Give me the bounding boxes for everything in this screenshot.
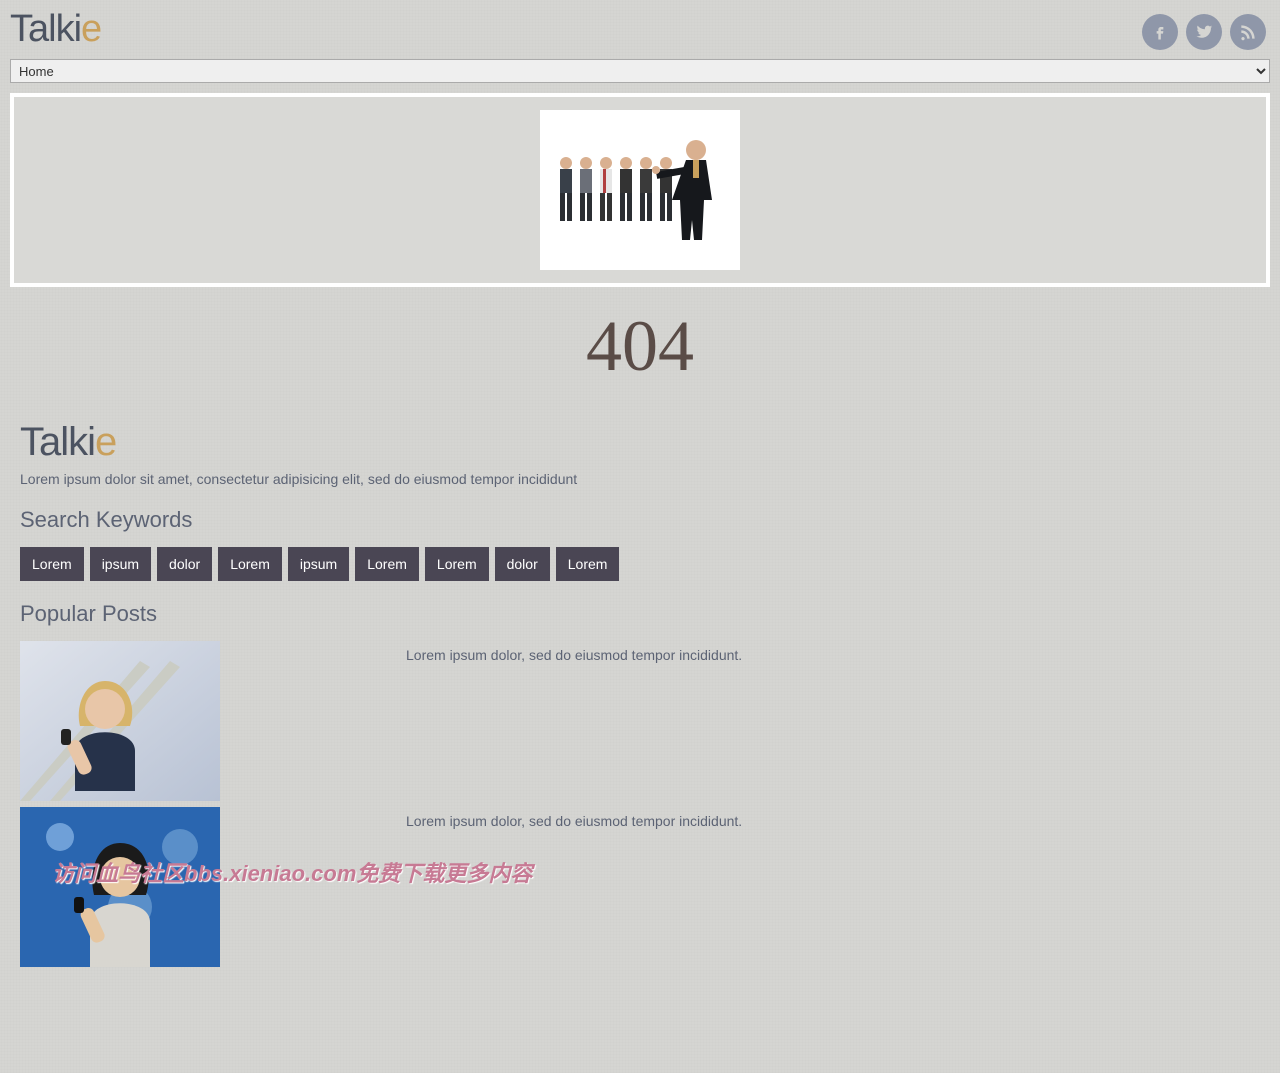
hero-inner xyxy=(20,103,1260,277)
list-item: Lorem ipsum dolor, sed do eiusmod tempor… xyxy=(20,641,1260,801)
tag-item[interactable]: Lorem xyxy=(425,547,489,581)
logo-part1: Talki xyxy=(10,8,81,50)
tag-list: Lorem ipsum dolor Lorem ipsum Lorem Lore… xyxy=(20,547,1260,581)
nav-dropdown[interactable]: Home xyxy=(10,59,1270,83)
footer-logo[interactable]: Talkie xyxy=(20,420,1260,465)
tag-item[interactable]: Lorem xyxy=(556,547,620,581)
main-nav: Home xyxy=(10,59,1270,83)
popular-posts-heading: Popular Posts xyxy=(20,601,1260,627)
tag-item[interactable]: dolor xyxy=(157,547,212,581)
rss-icon[interactable] xyxy=(1230,14,1266,50)
error-code: 404 xyxy=(0,287,1280,410)
social-links xyxy=(1142,8,1270,50)
footer-logo-part1: Talki xyxy=(20,420,95,464)
twitter-icon[interactable] xyxy=(1186,14,1222,50)
footer-logo-part2: e xyxy=(95,420,116,464)
popular-posts-list: Lorem ipsum dolor, sed do eiusmod tempor… xyxy=(20,641,1260,967)
footer-tagline: Lorem ipsum dolor sit amet, consectetur … xyxy=(20,471,1260,487)
list-item: Lorem ipsum dolor, sed do eiusmod tempor… xyxy=(20,807,1260,967)
post-thumbnail[interactable] xyxy=(20,807,220,967)
search-keywords-heading: Search Keywords xyxy=(20,507,1260,533)
tag-item[interactable]: ipsum xyxy=(288,547,349,581)
hero-image xyxy=(540,110,740,270)
logo-part2: e xyxy=(81,8,101,50)
post-title[interactable]: Lorem ipsum dolor, sed do eiusmod tempor… xyxy=(406,641,742,663)
site-logo[interactable]: Talkie xyxy=(10,8,101,51)
tag-item[interactable]: ipsum xyxy=(90,547,151,581)
page-content: Talkie Lorem ipsum dolor sit amet, conse… xyxy=(0,410,1280,1073)
tag-item[interactable]: Lorem xyxy=(218,547,282,581)
site-header: Talkie xyxy=(0,0,1280,59)
tag-item[interactable]: dolor xyxy=(495,547,550,581)
tag-item[interactable]: Lorem xyxy=(355,547,419,581)
tag-item[interactable]: Lorem xyxy=(20,547,84,581)
hero-banner xyxy=(10,93,1270,287)
facebook-icon[interactable] xyxy=(1142,14,1178,50)
post-thumbnail[interactable] xyxy=(20,641,220,801)
post-title[interactable]: Lorem ipsum dolor, sed do eiusmod tempor… xyxy=(406,807,742,829)
